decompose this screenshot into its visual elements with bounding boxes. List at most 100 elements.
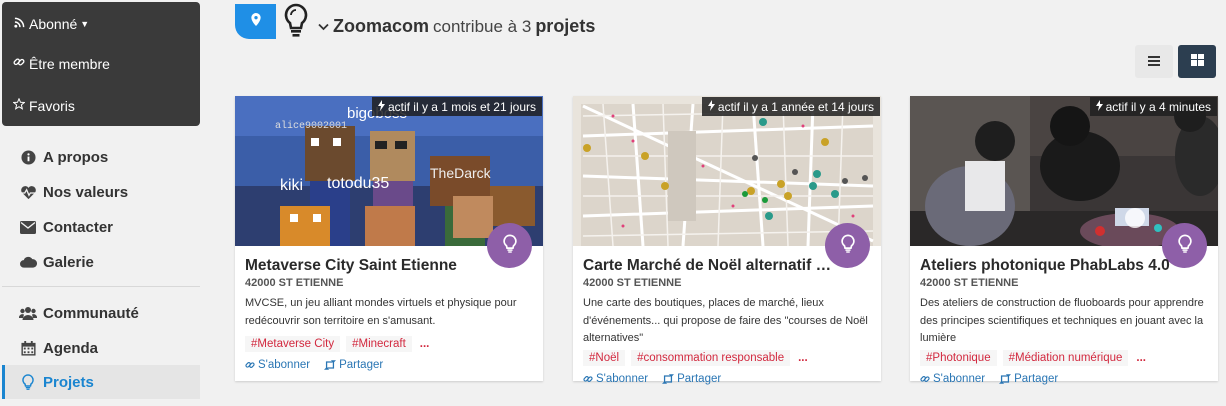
more-tags[interactable]: ... [418, 336, 432, 352]
sidebar-item-agenda[interactable]: Agenda [2, 331, 200, 365]
project-card[interactable]: actif il y a 4 minutes Ateliers photoniq… [910, 96, 1218, 385]
sidebar-item-label: Galerie [43, 253, 94, 271]
retweet-icon [662, 374, 675, 384]
sidebar-item-label: Projets [43, 373, 94, 391]
heartbeat-icon [18, 185, 38, 200]
tag[interactable]: #Minecraft [346, 336, 412, 352]
grid-icon [1190, 53, 1204, 71]
sidebar-divider [2, 286, 200, 287]
sidebar-item-label: Contacter [43, 218, 114, 236]
tag[interactable]: #Noël [583, 350, 626, 366]
list-view-button[interactable] [1135, 45, 1173, 78]
activity-text: actif il y a 1 mois et 21 jours [387, 99, 536, 114]
map-marker-icon [250, 12, 261, 31]
bolt-icon [377, 99, 385, 114]
project-description: Des ateliers de construction de fluoboar… [920, 297, 1204, 344]
tag[interactable]: #Médiation numérique [1002, 350, 1129, 366]
share-button[interactable]: Partager [324, 359, 383, 371]
tag[interactable]: #consommation responsable [631, 350, 791, 366]
card-actions: S'abonner Partager [245, 359, 383, 371]
chevron-down-icon[interactable] [318, 20, 329, 34]
link-icon [245, 362, 255, 368]
share-label: Partager [1014, 373, 1059, 385]
tag-list: #Photonique #Médiation numérique ... [920, 350, 1148, 366]
share-label: Partager [677, 373, 722, 385]
project-title[interactable]: Carte Marché de Noël alternatif Saint-Et… [583, 257, 833, 275]
subscribe-button[interactable]: S'abonner [245, 359, 310, 371]
project-city: 42000 ST ETIENNE [583, 277, 682, 289]
activity-badge: actif il y a 1 mois et 21 jours [371, 97, 542, 116]
rss-icon [12, 14, 26, 34]
more-tags[interactable]: ... [796, 350, 810, 366]
bolt-icon [1095, 99, 1103, 114]
share-button[interactable]: Partager [999, 373, 1058, 385]
subscribe-label: S'abonner [596, 373, 649, 385]
link-icon [583, 376, 593, 382]
sidebar-item-label: Agenda [43, 339, 99, 357]
more-tags[interactable]: ... [1134, 350, 1148, 366]
sidebar-item-projets[interactable]: Projets [2, 365, 200, 399]
image-text: alice9002001 [275, 120, 347, 132]
tag[interactable]: #Photonique [920, 350, 997, 366]
list-icon [1148, 53, 1160, 71]
users-icon [18, 306, 38, 320]
share-button[interactable]: Partager [662, 373, 721, 385]
retweet-icon [324, 360, 337, 370]
sidebar-item-contacter[interactable]: Contacter [2, 210, 200, 244]
projects-word: projets [535, 16, 596, 36]
tag-list: #Noël #consommation responsable ... [583, 350, 810, 366]
grid-view-button[interactable] [1178, 45, 1216, 78]
caret-down-icon: ▼ [80, 19, 90, 29]
project-description: MVCSE, un jeu alliant mondes virtuels et… [245, 297, 517, 327]
subscribe-label: Abonné [29, 16, 78, 32]
image-text: totodu35 [327, 175, 389, 192]
link-icon [12, 54, 26, 74]
project-city: 42000 ST ETIENNE [920, 277, 1019, 289]
favorites-button[interactable]: Favoris [12, 96, 75, 116]
follow-menu: Abonné ▼ Être membre Favoris [2, 2, 200, 126]
organization-name[interactable]: Zoomacom [333, 16, 429, 37]
contribution-text: contribue à 3 [433, 16, 532, 36]
project-card[interactable]: actif il y a 1 année et 14 jours Carte M… [573, 96, 881, 385]
sidebar-item-galerie[interactable]: Galerie [2, 245, 200, 279]
subscribe-label: S'abonner [258, 359, 311, 371]
project-card[interactable]: bigoboss alice9002001 kiki totodu35 TheD… [235, 96, 543, 381]
member-label: Être membre [29, 56, 110, 72]
subscribe-button[interactable]: S'abonner [920, 373, 985, 385]
project-image[interactable] [573, 96, 881, 246]
envelope-icon [18, 220, 38, 234]
sidebar-item-label: Nos valeurs [43, 183, 129, 201]
lightbulb-icon [1177, 233, 1192, 258]
sidebar-item-label: Communauté [43, 304, 139, 322]
project-type-badge [235, 4, 276, 39]
image-text: kiki [280, 177, 303, 194]
favorites-label: Favoris [29, 98, 75, 114]
subscribe-button[interactable]: S'abonner [583, 373, 648, 385]
card-actions: S'abonner Partager [583, 373, 721, 385]
sidebar-item-communaute[interactable]: Communauté [2, 296, 200, 330]
project-image[interactable] [910, 96, 1218, 246]
calendar-icon [18, 340, 38, 356]
lightbulb-icon [18, 374, 38, 390]
activity-text: actif il y a 4 minutes [1105, 99, 1211, 114]
project-title[interactable]: Ateliers photonique PhabLabs 4.0 [920, 257, 1170, 275]
tag-list: #Metaverse City #Minecraft ... [245, 336, 431, 352]
lightbulb-icon [502, 233, 517, 258]
cloud-icon [18, 256, 38, 268]
activity-badge: actif il y a 1 année et 14 jours [701, 97, 880, 116]
project-image[interactable]: bigoboss alice9002001 kiki totodu35 TheD… [235, 96, 543, 246]
lightbulb-icon [840, 233, 855, 258]
page-title: Zoomacom contribue à 3 projets [318, 16, 595, 37]
become-member-button[interactable]: Être membre [12, 54, 110, 74]
image-text: TheDarck [430, 165, 492, 181]
activity-text: actif il y a 1 année et 14 jours [717, 99, 874, 114]
project-title[interactable]: Metaverse City Saint Etienne [245, 257, 495, 275]
sidebar-item-nos-valeurs[interactable]: Nos valeurs [2, 175, 200, 209]
tag[interactable]: #Metaverse City [245, 336, 341, 352]
project-description: Une carte des boutiques, places de march… [583, 297, 868, 344]
lightbulb-icon [284, 3, 308, 44]
subscribe-dropdown[interactable]: Abonné ▼ [12, 14, 89, 34]
sidebar-item-a-propos[interactable]: A propos [2, 140, 200, 174]
sidebar: Abonné ▼ Être membre Favoris A propos No… [0, 0, 202, 406]
retweet-icon [999, 374, 1012, 384]
